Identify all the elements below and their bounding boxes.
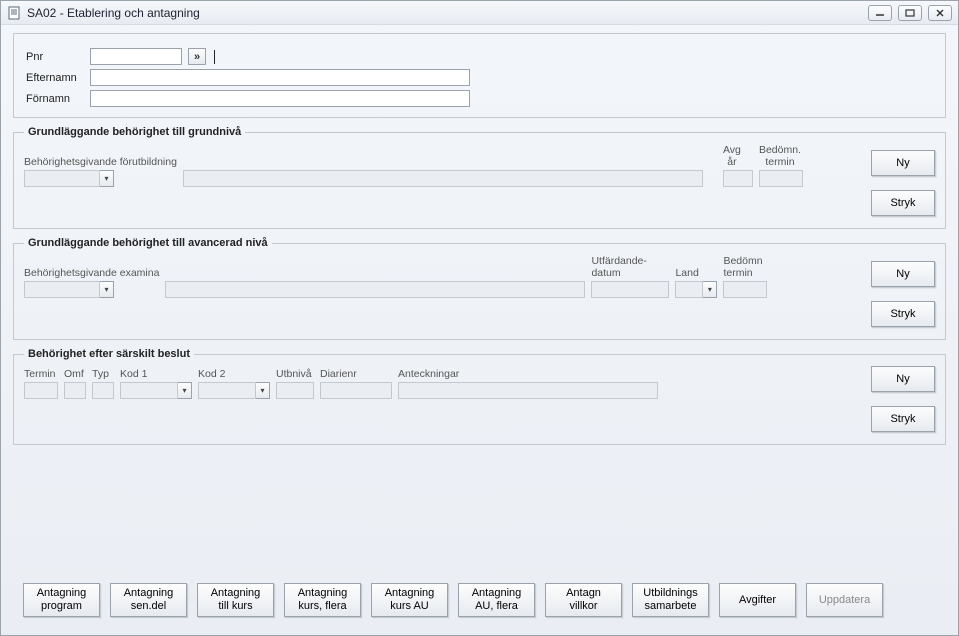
forutbildning-code-box [24, 170, 100, 187]
ny-button-sarskilt[interactable]: Ny [871, 366, 935, 392]
forutbildning-label: Behörighetsgivande förutbildning [24, 144, 177, 168]
bedomn-termin-label-adv: Bedömn termin [723, 255, 767, 279]
omf-label: Omf [64, 366, 86, 380]
avg-ar-label: Avg år [723, 144, 753, 168]
titlebar: SA02 - Etablering och antagning [1, 1, 958, 25]
kod2-dropdown-button[interactable]: ▾ [256, 382, 270, 399]
kod1-dropdown-button[interactable]: ▾ [178, 382, 192, 399]
antagning-sendel-button[interactable]: Antagning sen.del [110, 583, 187, 617]
group-grundniva: Grundläggande behörighet till grundnivå … [13, 126, 946, 229]
text-caret [214, 50, 215, 64]
kod1-label: Kod 1 [120, 366, 192, 380]
omf-box [64, 382, 86, 399]
uppdatera-button[interactable]: Uppdatera [806, 583, 883, 617]
land-box [675, 281, 703, 298]
antagning-till-kurs-button[interactable]: Antagning till kurs [197, 583, 274, 617]
minimize-button[interactable] [868, 5, 892, 21]
antagning-au-flera-button[interactable]: Antagning AU, flera [458, 583, 535, 617]
diarienr-box [320, 382, 392, 399]
utbniva-label: Utbnivå [276, 366, 314, 380]
antagn-villkor-button[interactable]: Antagn villkor [545, 583, 622, 617]
diarienr-label: Diarienr [320, 366, 392, 380]
window-controls [868, 5, 952, 21]
ny-button-grund[interactable]: Ny [871, 150, 935, 176]
bedomn-termin-label-grund: Bedömn. termin [759, 144, 803, 168]
avg-ar-box [723, 170, 753, 187]
utfardande-datum-label: Utfärdande- datum [591, 255, 669, 279]
group-avancerad-legend: Grundläggande behörighet till avancerad … [24, 237, 272, 249]
examina-desc-box [165, 281, 585, 298]
kod2-label: Kod 2 [198, 366, 270, 380]
typ-label: Typ [92, 366, 114, 380]
forutbildning-desc-box [183, 170, 703, 187]
antagning-kurs-au-button[interactable]: Antagning kurs AU [371, 583, 448, 617]
stryk-button-grund[interactable]: Stryk [871, 190, 935, 216]
anteckningar-label: Anteckningar [398, 366, 658, 380]
forutbildning-dropdown-button[interactable]: ▾ [100, 170, 114, 187]
maximize-button[interactable] [898, 5, 922, 21]
identity-panel: Pnr » Efternamn Förnamn [13, 33, 946, 118]
pnr-label: Pnr [26, 51, 84, 63]
bedomn-termin-box-grund [759, 170, 803, 187]
group-avancerad: Grundläggande behörighet till avancerad … [13, 237, 946, 340]
group-sarskilt: Behörighet efter särskilt beslut Termin … [13, 348, 946, 445]
antagning-kurs-flera-button[interactable]: Antagning kurs, flera [284, 583, 361, 617]
land-dropdown-button[interactable]: ▾ [703, 281, 717, 298]
fornamn-input[interactable] [90, 90, 470, 107]
termin-box [24, 382, 58, 399]
termin-label: Termin [24, 366, 58, 380]
stryk-button-adv[interactable]: Stryk [871, 301, 935, 327]
examina-label: Behörighetsgivande examina [24, 255, 159, 279]
pnr-lookup-button[interactable]: » [188, 48, 206, 65]
examina-dropdown-button[interactable]: ▾ [100, 281, 114, 298]
efternamn-label: Efternamn [26, 72, 84, 84]
anteckningar-box [398, 382, 658, 399]
utfardande-datum-box [591, 281, 669, 298]
ny-button-adv[interactable]: Ny [871, 261, 935, 287]
fornamn-label: Förnamn [26, 93, 84, 105]
group-grundniva-legend: Grundläggande behörighet till grundnivå [24, 126, 245, 138]
efternamn-input[interactable] [90, 69, 470, 86]
app-icon [7, 6, 21, 20]
pnr-input[interactable] [90, 48, 182, 65]
avgifter-button[interactable]: Avgifter [719, 583, 796, 617]
typ-box [92, 382, 114, 399]
land-label: Land [675, 255, 717, 279]
window-title: SA02 - Etablering och antagning [27, 6, 862, 20]
group-sarskilt-legend: Behörighet efter särskilt beslut [24, 348, 194, 360]
stryk-button-sarskilt[interactable]: Stryk [871, 406, 935, 432]
close-button[interactable] [928, 5, 952, 21]
utbildnings-samarbete-button[interactable]: Utbildnings samarbete [632, 583, 709, 617]
app-window: SA02 - Etablering och antagning Pnr » Ef [0, 0, 959, 636]
antagning-program-button[interactable]: Antagning program [23, 583, 100, 617]
kod1-box [120, 382, 178, 399]
examina-code-box [24, 281, 100, 298]
footer-button-bar: Antagning program Antagning sen.del Anta… [13, 569, 946, 617]
kod2-box [198, 382, 256, 399]
client-area: Pnr » Efternamn Förnamn Grundläggande be… [1, 25, 958, 635]
bedomn-termin-box-adv [723, 281, 767, 298]
utbniva-box [276, 382, 314, 399]
